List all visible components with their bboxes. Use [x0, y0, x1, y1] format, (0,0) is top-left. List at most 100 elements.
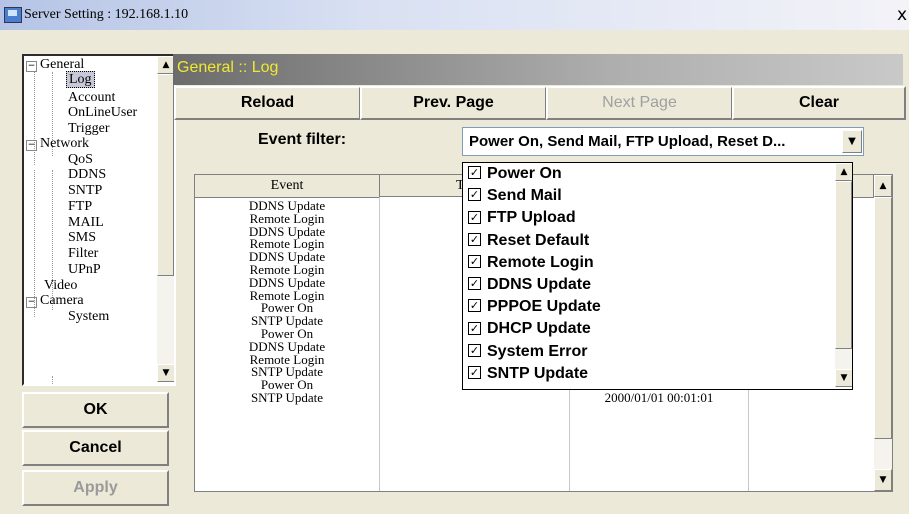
checkbox-icon[interactable]: ✓	[468, 166, 481, 180]
tree-item-label: Network	[40, 136, 89, 151]
tree-item-upnp[interactable]: UPnP	[68, 263, 101, 277]
tree-item-onlineuser[interactable]: OnLineUser	[68, 106, 137, 120]
section-header: General :: Log	[173, 54, 903, 85]
tree-item-label: Filter	[68, 246, 99, 261]
tree-item-network[interactable]: − Network	[26, 137, 89, 151]
filter-option[interactable]: ✓ PPPOE Update	[468, 296, 601, 318]
tree-item-label: Log	[66, 71, 95, 88]
tree-item-sms[interactable]: SMS	[68, 231, 96, 245]
server-icon	[4, 7, 22, 23]
scroll-down-icon[interactable]: ▼	[157, 364, 174, 382]
time-cell: 2000/01/01 00:01:01	[604, 390, 714, 405]
scroll-up-icon[interactable]: ▲	[874, 175, 892, 197]
event-cell: DDNS Update	[248, 274, 326, 290]
tree-item-label: FTP	[68, 199, 93, 214]
window-title: Server Setting : 192.168.1.10	[24, 7, 189, 22]
ok-button[interactable]: OK	[22, 392, 169, 428]
scroll-down-icon[interactable]: ▼	[874, 469, 892, 491]
tree-item-label: SMS	[68, 230, 97, 245]
filter-option-label: SNTP Update	[487, 364, 589, 382]
scroll-up-icon[interactable]: ▲	[835, 163, 852, 181]
tree-item-label: Video	[44, 278, 78, 293]
event-cell: SNTP Update	[250, 390, 324, 405]
tree-item-system[interactable]: System	[68, 310, 109, 324]
filter-option[interactable]: ✓ Reset Default	[468, 230, 589, 252]
event-filter-dropdown[interactable]: Power On, Send Mail, FTP Upload, Reset D…	[462, 127, 864, 156]
tree-item-ddns[interactable]: DDNS	[68, 168, 106, 182]
checkbox-icon[interactable]: ✓	[468, 343, 481, 357]
checkbox-icon[interactable]: ✓	[468, 366, 481, 380]
chevron-down-icon[interactable]: ▼	[842, 130, 862, 153]
filter-option[interactable]: ✓ SNTP Update	[468, 363, 588, 385]
tree-item-label: UPnP	[68, 262, 101, 277]
tree-item-trigger[interactable]: Trigger	[68, 122, 110, 136]
tree-item-label: General	[40, 57, 85, 72]
event-filter-popup[interactable]: ✓ Power On ✓ Send Mail ✓ FTP Upload ✓ Reset Def…	[462, 162, 853, 390]
tree-item-label: OnLineUser	[68, 105, 138, 120]
prev-page-button[interactable]: Prev. Page	[360, 86, 547, 120]
popup-scrollbar[interactable]: ▲ ▼	[835, 163, 852, 387]
checkbox-icon[interactable]: ✓	[468, 255, 481, 269]
checkbox-icon[interactable]: ✓	[468, 299, 481, 313]
tree-item-label: QoS	[68, 152, 93, 167]
next-page-button[interactable]: Next Page	[546, 86, 733, 120]
scroll-thumb[interactable]	[835, 181, 852, 349]
checkbox-icon[interactable]: ✓	[468, 277, 481, 291]
title-bar: Server Setting : 192.168.1.10 x	[0, 0, 909, 30]
filter-option-label: System Error	[487, 342, 588, 360]
tree-item-label: Camera	[40, 293, 84, 308]
tree-item-sntp[interactable]: SNTP	[68, 184, 102, 198]
tree-item-video[interactable]: Video	[44, 279, 77, 293]
filter-option[interactable]: ✓ DDNS Update	[468, 274, 591, 296]
tree-item-label: System	[68, 309, 110, 324]
apply-button[interactable]: Apply	[22, 470, 169, 506]
tree-item-filter[interactable]: Filter	[68, 247, 98, 261]
filter-option[interactable]: ✓ Send Mail	[468, 185, 562, 207]
tree-item-camera[interactable]: − Camera	[26, 294, 84, 308]
table-scrollbar[interactable]: ▲ ▼	[874, 175, 892, 491]
page-title: General :: Log	[177, 59, 279, 76]
filter-option[interactable]: ✓ Remote Login	[468, 252, 594, 274]
column-header-event[interactable]: Event	[195, 175, 380, 198]
checkbox-icon[interactable]: ✓	[468, 232, 481, 246]
reload-button[interactable]: Reload	[174, 86, 361, 120]
tree-item-qos[interactable]: QoS	[68, 153, 93, 167]
tree-item-label: MAIL	[68, 215, 104, 230]
filter-option-label: DDNS Update	[487, 276, 592, 293]
tree-item-ftp[interactable]: FTP	[68, 200, 92, 214]
filter-option-label: Remote Login	[487, 253, 594, 271]
scroll-down-icon[interactable]: ▼	[835, 369, 852, 387]
collapse-icon[interactable]: −	[26, 140, 37, 151]
event-filter-label: Event filter:	[258, 131, 347, 148]
checkbox-icon[interactable]: ✓	[468, 321, 481, 335]
cancel-button[interactable]: Cancel	[22, 430, 169, 466]
scroll-thumb[interactable]	[874, 197, 892, 439]
filter-option-label: FTP Upload	[487, 209, 576, 227]
tree-item-log[interactable]: Log	[66, 71, 95, 88]
tree-scrollbar[interactable]: ▲ ▼	[157, 56, 174, 382]
tree-item-mail[interactable]: MAIL	[68, 216, 104, 230]
scroll-thumb[interactable]	[157, 74, 174, 276]
filter-option[interactable]: ✓ System Error	[468, 341, 588, 363]
tree-item-label: SNTP	[68, 183, 103, 198]
tree-item-general[interactable]: − General	[26, 58, 84, 72]
filter-option[interactable]: ✓ DHCP Update	[468, 318, 591, 340]
tree-item-account[interactable]: Account	[68, 91, 115, 105]
checkbox-icon[interactable]: ✓	[468, 188, 481, 202]
event-cell: Remote Login	[249, 210, 325, 226]
filter-option[interactable]: ✓ FTP Upload	[468, 207, 576, 229]
tree-item-label: Trigger	[68, 121, 110, 136]
filter-option-label: Send Mail	[487, 187, 562, 205]
filter-option-label: PPPOE Update	[487, 298, 601, 316]
collapse-icon[interactable]: −	[26, 297, 37, 308]
table-row[interactable]: SNTP Update 2000/01/01 00:01:01	[195, 391, 873, 404]
close-icon[interactable]: x	[897, 5, 907, 25]
clear-button[interactable]: Clear	[732, 86, 906, 120]
filter-option[interactable]: ✓ Power On	[468, 163, 562, 185]
checkbox-icon[interactable]: ✓	[468, 210, 481, 224]
filter-option-label: Power On	[487, 165, 562, 182]
collapse-icon[interactable]: −	[26, 61, 37, 72]
tree-item-label: DDNS	[68, 167, 107, 182]
filter-option-label: DHCP Update	[487, 320, 591, 338]
settings-tree[interactable]: − General Log Account OnLineUser Trigger …	[22, 54, 176, 386]
